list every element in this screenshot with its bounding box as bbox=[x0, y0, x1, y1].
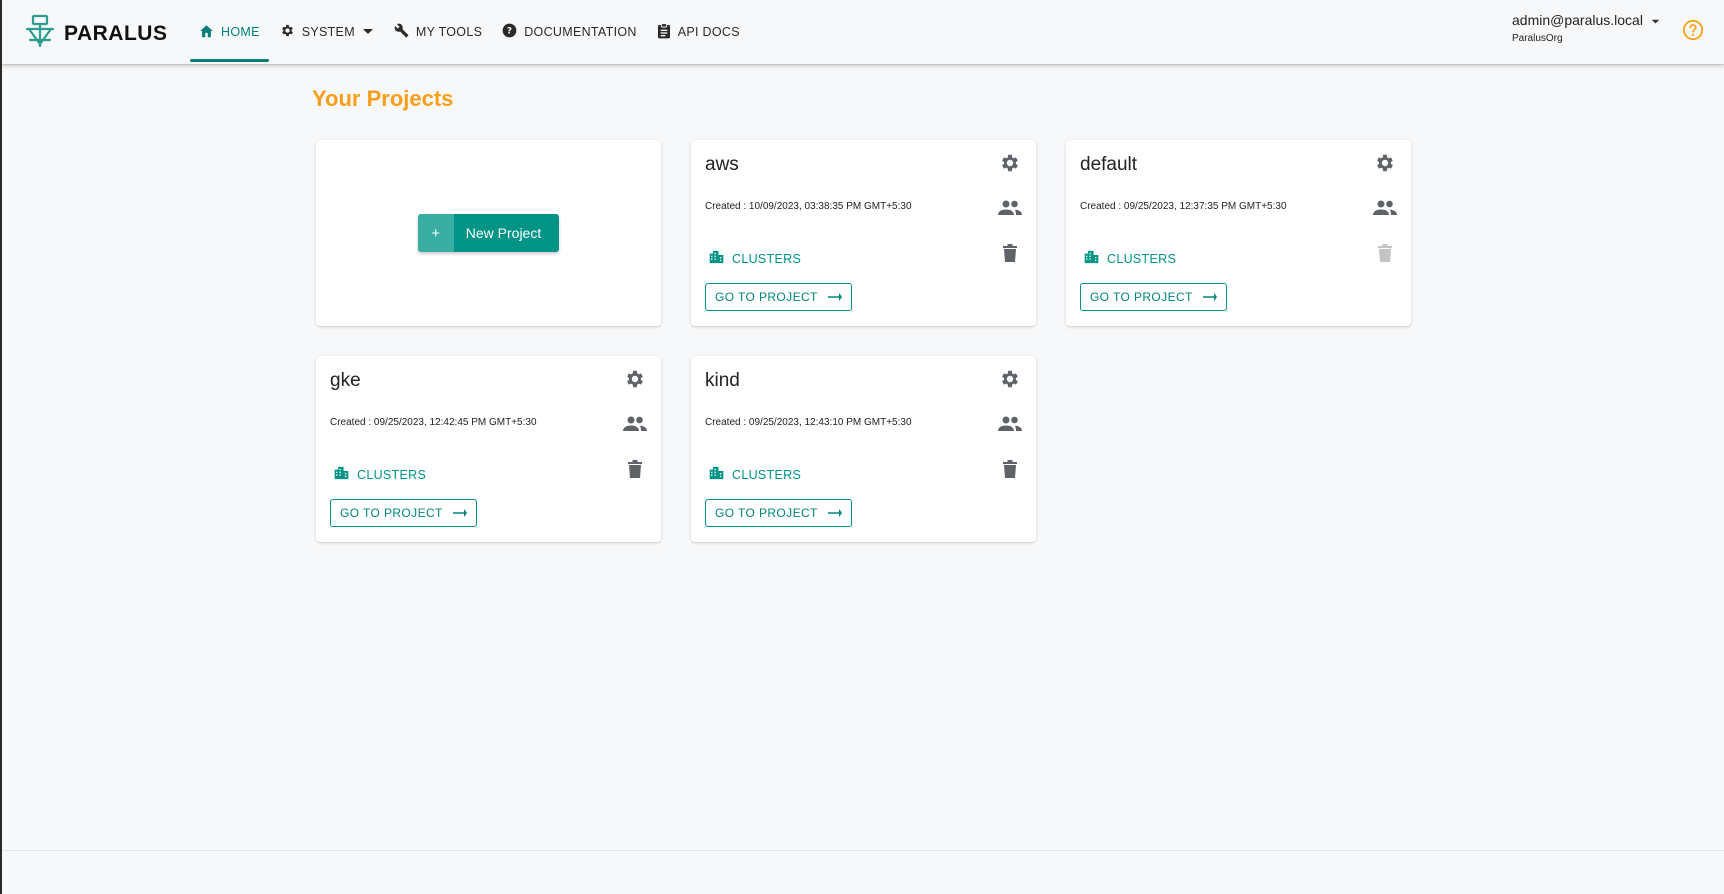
clusters-label: CLUSTERS bbox=[1107, 251, 1177, 266]
nav-api-docs-label: API DOCS bbox=[677, 25, 740, 39]
project-delete-button-disabled bbox=[1373, 243, 1397, 267]
plus-icon: + bbox=[417, 214, 454, 252]
nav-my-tools[interactable]: MY TOOLS bbox=[385, 14, 491, 50]
go-to-project-label: GO TO PROJECT bbox=[340, 506, 443, 520]
wrench-icon bbox=[394, 23, 409, 41]
help-outline-icon bbox=[1682, 19, 1704, 45]
arrow-right-icon bbox=[1202, 290, 1217, 304]
trash-icon bbox=[628, 459, 642, 483]
new-project-label: New Project bbox=[465, 225, 542, 241]
project-name: aws bbox=[705, 154, 739, 175]
arrow-right-icon bbox=[452, 506, 467, 520]
go-to-project-button[interactable]: GO TO PROJECT bbox=[1080, 283, 1227, 311]
project-users-button[interactable] bbox=[623, 414, 647, 438]
main-nav: HOME SYSTEM MY TOOLS ? DOCUMENTATION API… bbox=[190, 0, 751, 64]
project-name: gke bbox=[330, 370, 361, 391]
go-to-project-label: GO TO PROJECT bbox=[715, 290, 818, 304]
group-icon bbox=[623, 416, 647, 437]
help-button[interactable] bbox=[1682, 19, 1704, 46]
project-settings-button[interactable] bbox=[623, 369, 647, 393]
domain-icon bbox=[709, 466, 724, 483]
clusters-link[interactable]: CLUSTERS bbox=[709, 250, 801, 267]
window-edge bbox=[0, 0, 2, 894]
clusters-label: CLUSTERS bbox=[357, 467, 427, 482]
nav-system-label: SYSTEM bbox=[301, 25, 355, 39]
project-card-gke: gke Created : 09/25/2023, 12:42:45 PM GM… bbox=[316, 356, 661, 542]
user-email: admin@paralus.local bbox=[1512, 12, 1643, 28]
nav-system[interactable]: SYSTEM bbox=[271, 14, 383, 50]
projects-grid: + New Project aws Created : 10/09/2023, … bbox=[316, 140, 1411, 542]
project-settings-button[interactable] bbox=[998, 369, 1022, 393]
project-created: Created : 09/25/2023, 12:42:45 PM GMT+5:… bbox=[330, 417, 537, 428]
domain-icon bbox=[1084, 250, 1099, 267]
home-icon bbox=[199, 24, 214, 41]
help-circle-icon: ? bbox=[502, 23, 517, 41]
paralus-logo-icon bbox=[24, 14, 56, 53]
arrow-right-icon bbox=[827, 290, 842, 304]
user-menu[interactable]: admin@paralus.local ParalusOrg bbox=[1512, 12, 1660, 44]
trash-icon bbox=[1378, 243, 1392, 267]
nav-api-docs[interactable]: API DOCS bbox=[648, 14, 749, 50]
trash-icon bbox=[1003, 243, 1017, 267]
clipboard-icon bbox=[657, 22, 671, 42]
project-users-button[interactable] bbox=[1373, 198, 1397, 222]
project-card-aws: aws Created : 10/09/2023, 03:38:35 PM GM… bbox=[691, 140, 1036, 326]
nav-documentation-label: DOCUMENTATION bbox=[524, 25, 637, 39]
gear-icon bbox=[999, 368, 1021, 395]
project-users-button[interactable] bbox=[998, 414, 1022, 438]
clusters-link[interactable]: CLUSTERS bbox=[334, 466, 426, 483]
clusters-link[interactable]: CLUSTERS bbox=[709, 466, 801, 483]
group-icon bbox=[1373, 200, 1397, 221]
caret-down-icon bbox=[1651, 12, 1660, 28]
project-created: Created : 09/25/2023, 12:43:10 PM GMT+5:… bbox=[705, 417, 912, 428]
group-icon bbox=[998, 416, 1022, 437]
gear-icon bbox=[1374, 152, 1396, 179]
gear-icon bbox=[999, 152, 1021, 179]
project-delete-button[interactable] bbox=[998, 243, 1022, 267]
svg-text:?: ? bbox=[507, 27, 512, 37]
logo-text: PARALUS bbox=[64, 21, 168, 45]
gear-icon bbox=[624, 368, 646, 395]
go-to-project-button[interactable]: GO TO PROJECT bbox=[705, 499, 852, 527]
new-project-button[interactable]: + New Project bbox=[417, 214, 560, 252]
project-card-kind: kind Created : 09/25/2023, 12:43:10 PM G… bbox=[691, 356, 1036, 542]
project-card-default: default Created : 09/25/2023, 12:37:35 P… bbox=[1066, 140, 1411, 326]
project-delete-button[interactable] bbox=[623, 459, 647, 483]
project-created: Created : 10/09/2023, 03:38:35 PM GMT+5:… bbox=[705, 201, 912, 212]
arrow-right-icon bbox=[827, 506, 842, 520]
clusters-link[interactable]: CLUSTERS bbox=[1084, 250, 1176, 267]
domain-icon bbox=[709, 250, 724, 267]
project-created: Created : 09/25/2023, 12:37:35 PM GMT+5:… bbox=[1080, 201, 1287, 212]
logo[interactable]: PARALUS bbox=[24, 14, 167, 53]
nav-home-label: HOME bbox=[221, 25, 260, 39]
project-delete-button[interactable] bbox=[998, 459, 1022, 483]
clusters-label: CLUSTERS bbox=[732, 467, 802, 482]
nav-home[interactable]: HOME bbox=[190, 14, 269, 62]
caret-down-icon bbox=[362, 25, 374, 39]
page-title: Your Projects bbox=[312, 86, 454, 111]
group-icon bbox=[998, 200, 1022, 221]
top-app-bar: PARALUS HOME SYSTEM MY TOOLS ? DOCUMENTA… bbox=[2, 0, 1724, 64]
go-to-project-button[interactable]: GO TO PROJECT bbox=[705, 283, 852, 311]
user-org: ParalusOrg bbox=[1512, 33, 1563, 44]
go-to-project-label: GO TO PROJECT bbox=[1090, 290, 1193, 304]
nav-my-tools-label: MY TOOLS bbox=[415, 25, 483, 39]
project-name: kind bbox=[705, 370, 740, 391]
project-users-button[interactable] bbox=[998, 198, 1022, 222]
footer-divider bbox=[2, 850, 1724, 851]
go-to-project-button[interactable]: GO TO PROJECT bbox=[330, 499, 477, 527]
clusters-label: CLUSTERS bbox=[732, 251, 802, 266]
project-name: default bbox=[1080, 154, 1138, 175]
project-settings-button[interactable] bbox=[998, 153, 1022, 177]
new-project-card: + New Project bbox=[316, 140, 661, 326]
trash-icon bbox=[1003, 459, 1017, 483]
nav-documentation[interactable]: ? DOCUMENTATION bbox=[493, 14, 645, 50]
gear-icon bbox=[280, 23, 295, 41]
go-to-project-label: GO TO PROJECT bbox=[715, 506, 818, 520]
project-settings-button[interactable] bbox=[1373, 153, 1397, 177]
domain-icon bbox=[334, 466, 349, 483]
